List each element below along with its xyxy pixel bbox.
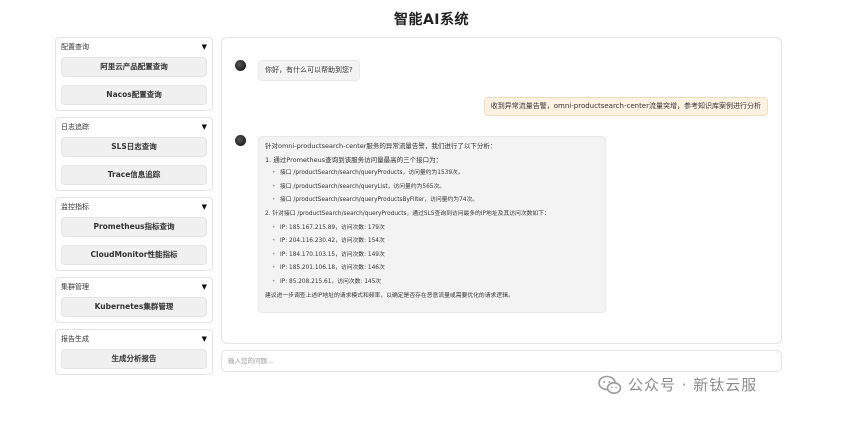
chat-panel[interactable]: 你好，有什么可以帮助到您? 收到异常流量告警，omni-productsearc… <box>221 37 782 344</box>
caret-down-icon[interactable]: ▼ <box>202 43 207 51</box>
list-item: IP: 185.167.215.89，访问次数: 179次 <box>265 222 599 236</box>
answer-step-1: 1. 通过Prometheus查询到该服务访问量最高的三个接口为： <box>265 155 443 164</box>
group-header[interactable]: 报告生成 ▼ <box>61 333 207 345</box>
group-label: 监控指标 <box>61 203 89 211</box>
group-label: 集群管理 <box>61 283 89 291</box>
caret-down-icon[interactable]: ▼ <box>202 203 207 211</box>
list-item: IP: 185.201.106.18，访问次数: 146次 <box>265 262 599 276</box>
sls-log-query-button[interactable]: SLS日志查询 <box>61 137 207 157</box>
prometheus-query-button[interactable]: Prometheus指标查询 <box>61 217 207 237</box>
group-header[interactable]: 配置查询 ▼ <box>61 41 207 53</box>
sidebar: 配置查询 ▼ 阿里云产品配置查询 Nacos配置查询 日志追踪 ▼ SLS日志查… <box>55 37 213 381</box>
group-log-trace: 日志追踪 ▼ SLS日志查询 Trace信息追踪 <box>55 117 213 191</box>
nacos-config-query-button[interactable]: Nacos配置查询 <box>61 85 207 105</box>
answer-intro: 针对omni-productsearch-center服务的异常流量告警，我们进… <box>265 142 497 150</box>
caret-down-icon[interactable]: ▼ <box>202 335 207 343</box>
bot-answer-bubble: 针对omni-productsearch-center服务的异常流量告警，我们进… <box>258 136 606 313</box>
wechat-icon <box>598 375 622 394</box>
group-label: 报告生成 <box>61 335 89 343</box>
group-cluster: 集群管理 ▼ Kubernetes集群管理 <box>55 277 213 323</box>
cloudmonitor-button[interactable]: CloudMonitor性能指标 <box>61 245 207 265</box>
generate-report-button[interactable]: 生成分析报告 <box>61 349 207 369</box>
trace-tracking-button[interactable]: Trace信息追踪 <box>61 165 207 185</box>
bot-avatar <box>235 60 246 71</box>
list-item: IP: 85.208.215.61，访问次数: 145次 <box>265 276 599 290</box>
group-label: 配置查询 <box>61 43 89 51</box>
group-header[interactable]: 监控指标 ▼ <box>61 201 207 213</box>
group-config-query: 配置查询 ▼ 阿里云产品配置查询 Nacos配置查询 <box>55 37 213 111</box>
watermark: 公众号 · 新钛云服 <box>598 374 757 395</box>
group-report: 报告生成 ▼ 生成分析报告 <box>55 329 213 375</box>
group-header[interactable]: 集群管理 ▼ <box>61 281 207 293</box>
list-item: IP: 184.170.103.15，访问次数: 149次 <box>265 249 599 263</box>
group-label: 日志追踪 <box>61 123 89 131</box>
list-item: IP: 204.116.230.42，访问次数: 154次 <box>265 235 599 249</box>
group-header[interactable]: 日志追踪 ▼ <box>61 121 207 133</box>
bot-greeting-bubble: 你好，有什么可以帮助到您? <box>258 60 360 81</box>
user-message-bubble: 收到异常流量告警，omni-productsearch-center流量突增，参… <box>483 97 768 116</box>
watermark-text: 公众号 · 新钛云服 <box>628 376 758 394</box>
list-item: 接口 /productSearch/search/queryProductsBy… <box>265 194 599 208</box>
answer-conclusion: 建议进一步调查上述IP地址的请求模式和频率，以确定是否存在恶意流量或需要优化的请… <box>265 292 514 299</box>
answer-step-2: 2. 针对接口 /productSearch/search/queryProdu… <box>265 210 550 217</box>
page-title: 智能AI系统 <box>393 12 470 28</box>
list-item: 接口 /productSearch/search/queryList，访问量约为… <box>265 181 599 195</box>
group-monitoring: 监控指标 ▼ Prometheus指标查询 CloudMonitor性能指标 <box>55 197 213 271</box>
bot-avatar <box>235 135 246 146</box>
list-item: 接口 /productSearch/search/queryProducts，访… <box>265 167 599 181</box>
caret-down-icon[interactable]: ▼ <box>202 283 207 291</box>
kubernetes-manage-button[interactable]: Kubernetes集群管理 <box>61 297 207 317</box>
caret-down-icon[interactable]: ▼ <box>202 123 207 131</box>
question-input[interactable] <box>221 350 782 372</box>
aliyun-config-query-button[interactable]: 阿里云产品配置查询 <box>61 57 207 77</box>
